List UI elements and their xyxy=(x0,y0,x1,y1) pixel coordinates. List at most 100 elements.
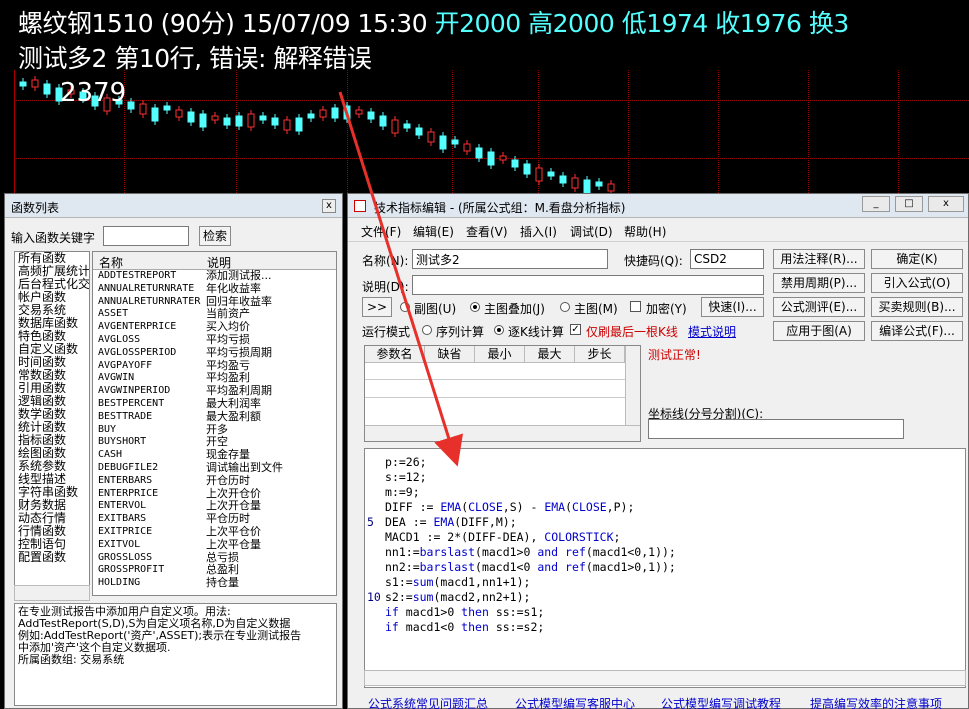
category-list[interactable]: 所有函数 高频扩展统计 后台程式化交 帐户函数 交易系统 数据库函数 特色函数 自定义函数 时间… xyxy=(14,251,90,596)
function-name: ASSET xyxy=(98,308,129,320)
axis-input[interactable] xyxy=(648,419,904,439)
function-name: AVGWIN xyxy=(98,372,135,384)
apply-to-chart-button[interactable]: 应用于图(A) xyxy=(773,321,865,341)
candle xyxy=(391,119,399,134)
function-name: ANNUALRETURNRATE xyxy=(98,282,195,294)
import-formula-button[interactable]: 引入公式(O) xyxy=(871,273,963,293)
search-button[interactable]: 检索 xyxy=(199,226,231,246)
maximize-icon[interactable]: □ xyxy=(895,196,923,212)
minimize-icon[interactable]: _ xyxy=(862,196,890,212)
encrypt-checkbox[interactable] xyxy=(630,301,641,312)
radio-main-chart[interactable] xyxy=(560,302,570,312)
candle xyxy=(583,179,591,194)
column-name-header[interactable]: 名称 xyxy=(99,254,123,271)
radio-subchart[interactable] xyxy=(400,302,410,312)
function-row[interactable]: ADDTESTREPORT 添加测试报... xyxy=(93,269,336,283)
footer-link-faq[interactable]: 公式系统常见问题汇总 xyxy=(368,695,488,709)
function-row[interactable]: HOLDING 持仓量 xyxy=(93,576,336,590)
param-row-divider xyxy=(365,379,625,380)
status-text: 测试正常! xyxy=(648,348,701,362)
function-name: ANNUALRETURNRATER xyxy=(98,295,201,307)
param-vscrollbar[interactable] xyxy=(625,346,640,426)
function-row[interactable]: DEBUGFILE2 调试输出到文件 xyxy=(93,461,336,475)
param-col-step[interactable]: 步长 xyxy=(575,346,625,363)
radio-per-bar[interactable] xyxy=(494,325,504,335)
candle xyxy=(43,83,51,95)
function-list-title: 函数列表 xyxy=(11,201,60,215)
function-row[interactable]: BESTPERCENT 最大利润率 xyxy=(93,397,336,411)
param-hscrollbar[interactable] xyxy=(365,425,640,441)
menu-file[interactable]: 文件(F) xyxy=(361,223,401,240)
menu-view[interactable]: 查看(V) xyxy=(466,223,508,240)
function-row[interactable]: AVGLOSS 平均亏损 xyxy=(93,333,336,347)
description-line: 所属函数组: 交易系统 xyxy=(18,653,125,666)
candle xyxy=(355,109,363,115)
category-item[interactable]: 配置函数 xyxy=(15,551,89,564)
code-line: if macd1>0 then ss:=s1; xyxy=(385,605,545,619)
param-col-default[interactable]: 缺省 xyxy=(425,346,475,363)
function-name: BUYSHORT xyxy=(98,436,147,448)
function-row[interactable]: EXITPRICE 上次平仓价 xyxy=(93,525,336,539)
candle xyxy=(259,115,267,121)
radio-main-chart-label: 主图(M) xyxy=(574,302,618,316)
function-row[interactable]: AVGLOSSPERIOD 平均亏损周期 xyxy=(93,346,336,360)
footer-link-tutorial[interactable]: 公式模型编写调试教程 xyxy=(661,695,781,709)
formula-test-button[interactable]: 公式测评(E)... xyxy=(773,297,865,317)
function-table[interactable]: 名称 说明 ADDTESTREPORT 添加测试报... ANNUALRETURNR… xyxy=(92,251,337,596)
menu-edit[interactable]: 编辑(E) xyxy=(413,223,454,240)
candle xyxy=(595,181,603,187)
function-name: ENTERBARS xyxy=(98,474,153,486)
menu-insert[interactable]: 插入(I) xyxy=(520,223,557,240)
param-col-min[interactable]: 最小 xyxy=(475,346,525,363)
function-row[interactable]: BESTTRADE 最大盈利额 xyxy=(93,410,336,424)
candle xyxy=(271,117,279,126)
function-list-titlebar[interactable]: 函数列表 x xyxy=(5,194,342,218)
radio-sequence[interactable] xyxy=(422,325,432,335)
menu-help[interactable]: 帮助(H) xyxy=(624,223,666,240)
footer-link-tips[interactable]: 提高编写效率的注意事项 xyxy=(810,695,942,709)
description-input[interactable] xyxy=(412,275,764,295)
param-col-max[interactable]: 最大 xyxy=(525,346,575,363)
code-editor[interactable]: p:=26; s:=12; m:=9; DIFF := EMA(CLOSE,S) - … xyxy=(364,448,966,688)
close-icon[interactable]: x xyxy=(928,196,964,212)
shortcut-input[interactable] xyxy=(690,249,764,269)
name-input[interactable] xyxy=(412,249,608,269)
ok-button[interactable]: 确定(K) xyxy=(871,249,963,269)
close-icon[interactable]: x xyxy=(322,199,336,213)
code-line: s1:=sum(macd1,nn1+1); xyxy=(385,575,531,589)
expand-button[interactable]: >> xyxy=(362,297,392,317)
candle xyxy=(511,159,519,168)
function-row[interactable]: ENTERBARS 开仓历时 xyxy=(93,474,336,488)
parameter-table[interactable]: 参数名 缺省 最小 最大 步长 xyxy=(364,345,641,442)
compile-formula-button[interactable]: 编译公式(F)... xyxy=(871,321,963,341)
mode-help-link[interactable]: 模式说明 xyxy=(688,323,736,340)
last-bar-checkbox[interactable]: ✓ xyxy=(570,324,581,335)
menu-debug[interactable]: 调试(D) xyxy=(570,223,613,240)
code-line: DIFF := EMA(CLOSE,S) - EMA(CLOSE,P); xyxy=(385,500,635,514)
indicator-editor-window: 技术指标编辑 - (所属公式组：M.看盘分析指标) _ □ x 文件(F) 编辑… xyxy=(347,193,969,709)
disable-period-button[interactable]: 禁用周期(P)... xyxy=(773,273,865,293)
candle xyxy=(31,79,39,88)
code-line: DEA := EMA(DIFF,M); xyxy=(385,515,517,529)
function-row[interactable]: ANNUALRETURNRATE 年化收益率 xyxy=(93,282,336,296)
radio-main-overlay[interactable] xyxy=(470,302,480,312)
function-search-input[interactable] xyxy=(103,226,189,246)
chart-header-symbol: 螺纹钢1510 (90分) 15/07/09 15:30 xyxy=(18,9,428,38)
candle xyxy=(235,115,243,127)
footer-link-support[interactable]: 公式模型编写客服中心 xyxy=(515,695,635,709)
function-name: ENTERPRICE xyxy=(98,487,159,499)
quick-button[interactable]: 快速(I)... xyxy=(701,297,764,317)
editor-titlebar[interactable]: 技术指标编辑 - (所属公式组：M.看盘分析指标) _ □ x xyxy=(348,194,968,218)
usage-notes-button[interactable]: 用法注释(R)... xyxy=(773,249,865,269)
function-row[interactable]: EXITVOL 上次平仓量 xyxy=(93,538,336,552)
code-hscrollbar[interactable] xyxy=(364,670,966,686)
editor-title: 技术指标编辑 - (所属公式组：M.看盘分析指标) xyxy=(374,201,626,215)
code-line: MACD1 := 2*(DIFF-DEA), COLORSTICK; xyxy=(385,530,621,544)
code-line: s2:=sum(macd2,nn2+1); xyxy=(385,590,531,604)
param-col-name[interactable]: 参数名 xyxy=(365,346,425,363)
function-name: AVGENTERPRICE xyxy=(98,321,177,333)
category-hscrollbar[interactable] xyxy=(14,585,90,601)
radio-main-overlay-label: 主图叠加(J) xyxy=(484,302,545,316)
trade-rules-button[interactable]: 买卖规则(B)... xyxy=(871,297,963,317)
function-name: AVGPAYOFF xyxy=(98,359,153,371)
